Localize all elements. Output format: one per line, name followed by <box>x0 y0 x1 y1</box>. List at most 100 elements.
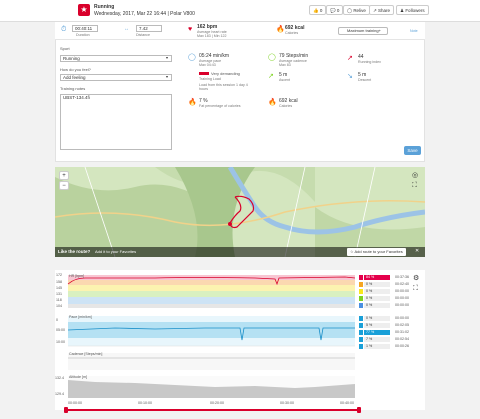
chart-settings-icon[interactable]: ⚙ <box>413 274 419 282</box>
distance-input[interactable]: 7.42 <box>136 25 162 32</box>
people-icon: ♟ <box>400 8 405 13</box>
hr-zone-swatch <box>359 282 363 287</box>
time-range-slider[interactable] <box>66 409 359 411</box>
zoom-in-button[interactable]: + <box>59 171 69 180</box>
hr-zone-time: 00:37:36 <box>395 275 409 279</box>
flame-icon: 🔥 <box>276 26 285 33</box>
hr-zone-value: 0 % <box>364 303 390 308</box>
save-button[interactable]: Save <box>404 146 421 155</box>
altitude-tick: 132.4 <box>55 376 64 380</box>
hr-zone-swatch <box>359 289 363 294</box>
load-desc: Load from this session 1 day 4 hours <box>199 83 248 91</box>
pace-zone-time: 00:00:26 <box>395 344 409 348</box>
descent-label: Descent <box>358 78 372 82</box>
feeling-select[interactable]: Add feeling <box>60 74 172 81</box>
load-title: Training Load <box>199 77 221 81</box>
note-link[interactable]: Note <box>410 29 418 33</box>
pace-zone-value: 0 % <box>364 316 390 321</box>
hr-axis-label: HR [bpm] <box>69 274 85 278</box>
training-benefit-select[interactable]: Maximum training+ <box>338 27 388 35</box>
zoom-out-button[interactable]: − <box>59 181 69 190</box>
thumbs-up-icon: 👍 <box>313 8 319 13</box>
load-bar <box>199 72 209 75</box>
pace-zone-value: 77 % <box>364 330 390 335</box>
like-route-text: Like the route? <box>58 249 91 254</box>
distance-label: Distance <box>136 33 150 37</box>
pace-zone-time: 00:31:02 <box>395 330 409 334</box>
pace-zone-time: 00:02:05 <box>395 323 409 327</box>
ascent-label: Ascent <box>279 78 290 82</box>
load-level: Very demanding <box>211 71 240 76</box>
hr-tick: 145 <box>56 286 62 290</box>
like-button[interactable]: 👍 0 <box>309 5 327 15</box>
range-handle-end[interactable] <box>357 407 361 413</box>
pace-sub: Max 04:43 <box>199 63 216 67</box>
close-icon[interactable]: ✕ <box>415 248 419 254</box>
relive-icon: ◯ <box>347 8 353 13</box>
running-icon: ★ <box>78 4 90 16</box>
heart-icon: ♥ <box>188 26 193 33</box>
calories-label: Calories <box>285 31 299 35</box>
hr-zone-value: 84 % <box>364 275 390 280</box>
map-terrain <box>55 167 425 257</box>
sport-label: Sport <box>60 46 70 51</box>
pace-zone-time: 00:02:54 <box>395 337 409 341</box>
hr-zone-value: 0 % <box>364 296 390 301</box>
x-tick: 00:40:00 <box>340 401 354 405</box>
altitude-tick: 129.4 <box>55 392 64 396</box>
fat-label: Fat percentage of calories <box>199 104 241 108</box>
locate-icon[interactable]: ◎ <box>412 171 418 179</box>
pace-axis-label: Pace [min/km] <box>69 315 92 319</box>
chart-area: HR [bpm] Pace [min/km] Cadence [Steps/mi… <box>55 270 425 410</box>
hr-zone-time: 00:00:00 <box>395 303 409 307</box>
comment-button[interactable]: 💬 0 <box>326 5 344 15</box>
cadence-icon: ◯ <box>268 54 276 61</box>
sport-select[interactable]: Running <box>60 55 172 62</box>
page-title: Running <box>94 4 115 10</box>
range-handle-start[interactable] <box>64 407 68 413</box>
notes-label: Training notes <box>60 86 86 91</box>
pace-zone-value: 7 % <box>364 337 390 342</box>
running-index-label: Running index <box>358 60 381 64</box>
followers-button[interactable]: ♟ Followers <box>396 5 429 15</box>
hr-zone-swatch <box>359 296 363 301</box>
altitude-axis-label: Altitude [m] <box>69 375 87 379</box>
stopwatch-icon: ⏱ <box>61 26 67 33</box>
distance-icon: ↔ <box>124 26 129 32</box>
session-subtitle: Wednesday, 2017, Mar 22 16:44 | Polar V8… <box>94 11 195 17</box>
relive-button[interactable]: ◯ Relive <box>343 5 370 15</box>
pace-zone-swatch <box>359 316 363 321</box>
running-index-icon: ↗ <box>347 55 353 62</box>
hr-zone-time: 00:00:00 <box>395 289 409 293</box>
pace-icon: ◯ <box>188 54 196 61</box>
x-tick: 00:00:00 <box>68 401 82 405</box>
route-map[interactable] <box>55 167 425 257</box>
cadence-axis-label: Cadence [Steps/min] <box>69 352 103 356</box>
add-to-favorites-button[interactable]: ☆ Add route to your Favorites <box>347 248 406 256</box>
training-notes-textarea[interactable]: UBST-134.4fi <box>60 94 172 150</box>
share-button[interactable]: ↗ Share <box>369 5 395 15</box>
like-route-sub: Add it to your Favorites <box>95 249 137 254</box>
chevron-down-icon: ▾ <box>166 55 169 60</box>
duration-label: Duration <box>76 33 90 37</box>
duration-input[interactable]: 00:40:11 <box>72 25 98 32</box>
hr-tick: 104 <box>56 304 62 308</box>
fullscreen-icon[interactable]: ⛶ <box>412 182 417 190</box>
hr-zone-swatch <box>359 275 363 280</box>
pace-tick: 05:00 <box>56 328 65 332</box>
hr-zone-time: 00:00:00 <box>395 296 409 300</box>
hr-sub: Max 183 | Min 122 <box>197 34 227 38</box>
chart-fullscreen-icon[interactable]: ⛶ <box>413 285 418 293</box>
cadence-sub: Max 83 <box>279 63 291 67</box>
hr-zone-value: 0 % <box>364 289 390 294</box>
pace-tick: 10:00 <box>56 340 65 344</box>
pace-zone-swatch <box>359 330 363 335</box>
hr-tick: 118 <box>56 298 62 302</box>
hr-zone-swatch <box>359 303 363 308</box>
pace-zone-swatch <box>359 344 363 349</box>
x-tick: 00:20:00 <box>210 401 224 405</box>
pace-zone-time: 00:00:00 <box>395 316 409 320</box>
pace-tick: 0 <box>56 318 58 322</box>
hr-tick: 172 <box>56 273 62 277</box>
hr-zone-time: 00:02:40 <box>395 282 409 286</box>
